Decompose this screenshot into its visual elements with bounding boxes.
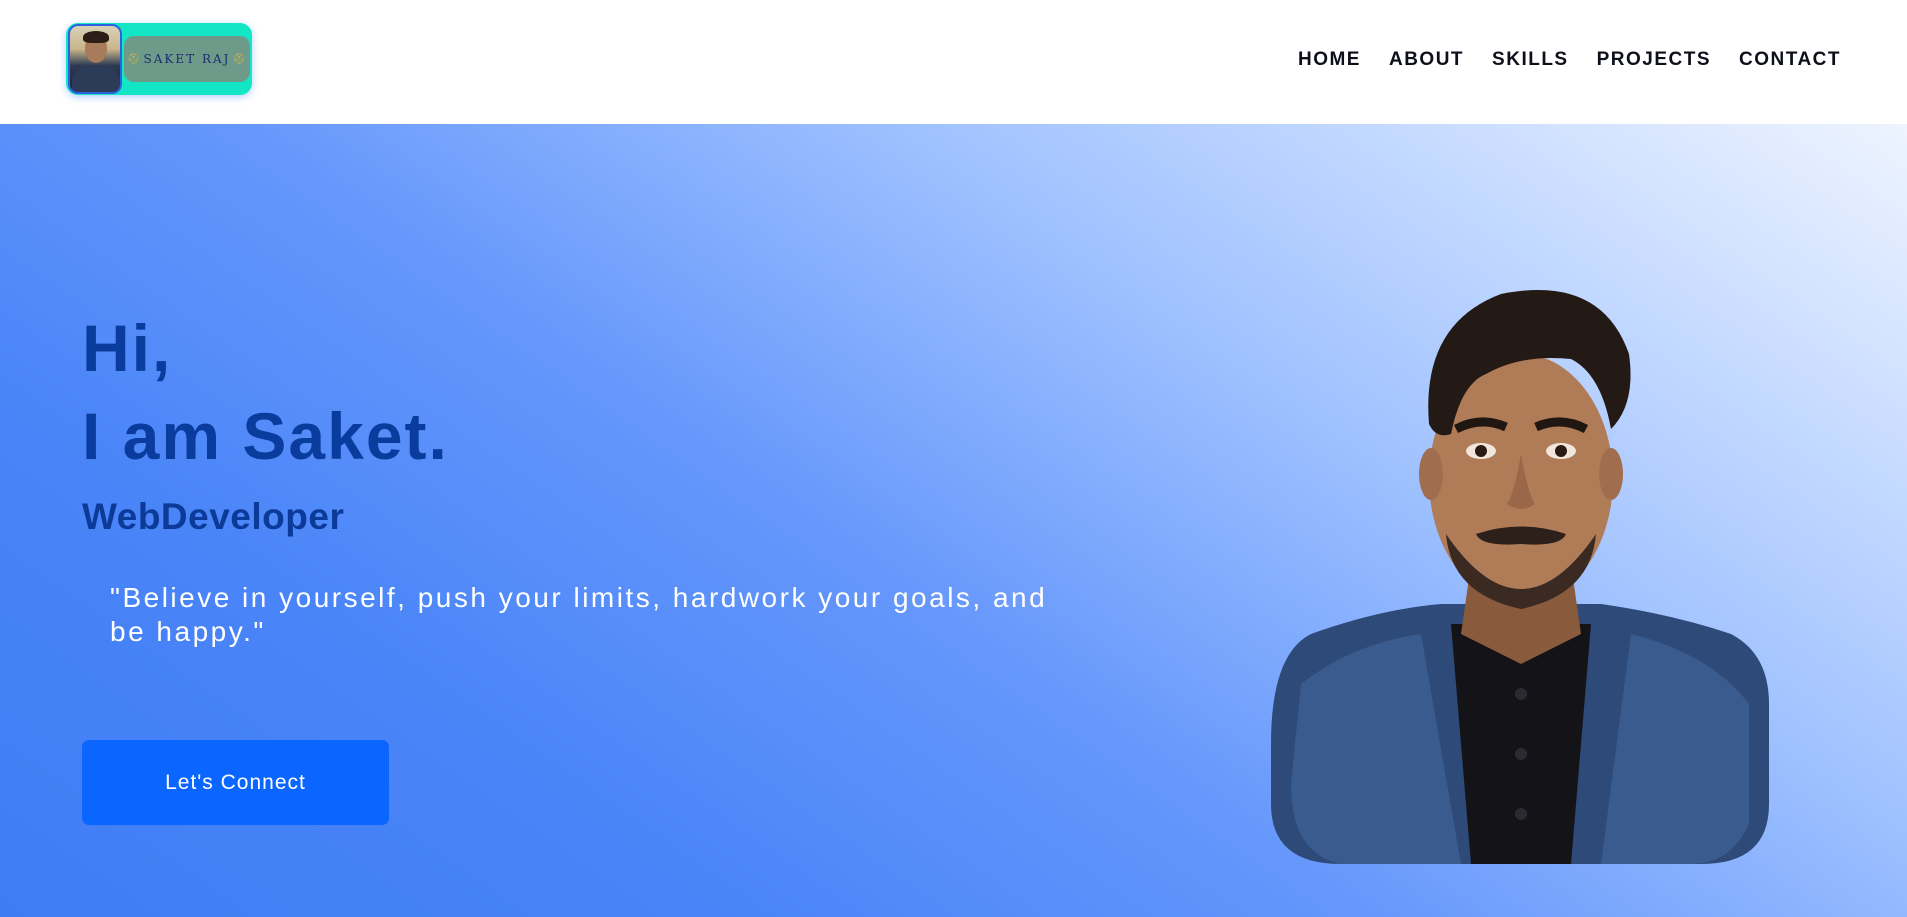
nav-link-projects[interactable]: PROJECTS — [1597, 49, 1711, 71]
hero-quote: "Believe in yourself, push your limits, … — [110, 582, 1048, 647]
site-header: ⛑ SAKET RAJ ⛑ HOME ABOUT SKILLS PROJECTS… — [0, 0, 1907, 124]
logo-name-plate: ⛑ SAKET RAJ ⛑ — [124, 36, 250, 82]
greeting-line-hi: Hi, — [82, 311, 173, 385]
nav-link-about[interactable]: ABOUT — [1389, 49, 1464, 71]
lets-connect-button[interactable]: Let's Connect — [82, 740, 389, 825]
hero-role: WebDeveloper — [82, 496, 345, 537]
hero-greeting: Hi, I am Saket. — [82, 304, 449, 480]
profile-photo — [1271, 290, 1769, 864]
logo-name-text: SAKET RAJ — [143, 52, 231, 66]
site-logo[interactable]: ⛑ SAKET RAJ ⛑ — [66, 23, 252, 95]
nav-link-home[interactable]: HOME — [1298, 49, 1361, 71]
nav-link-skills[interactable]: SKILLS — [1492, 49, 1569, 71]
logo-helmet-icon: ⛑ — [126, 53, 142, 65]
greeting-line-name: I am Saket. — [82, 399, 449, 473]
logo-avatar — [68, 24, 122, 94]
hero-section: Hi, I am Saket. WebDeveloper "Believe in… — [0, 124, 1907, 917]
nav-link-contact[interactable]: CONTACT — [1739, 49, 1841, 71]
main-nav: HOME ABOUT SKILLS PROJECTS CONTACT — [1298, 49, 1841, 71]
logo-helmet-icon: ⛑ — [232, 53, 248, 65]
